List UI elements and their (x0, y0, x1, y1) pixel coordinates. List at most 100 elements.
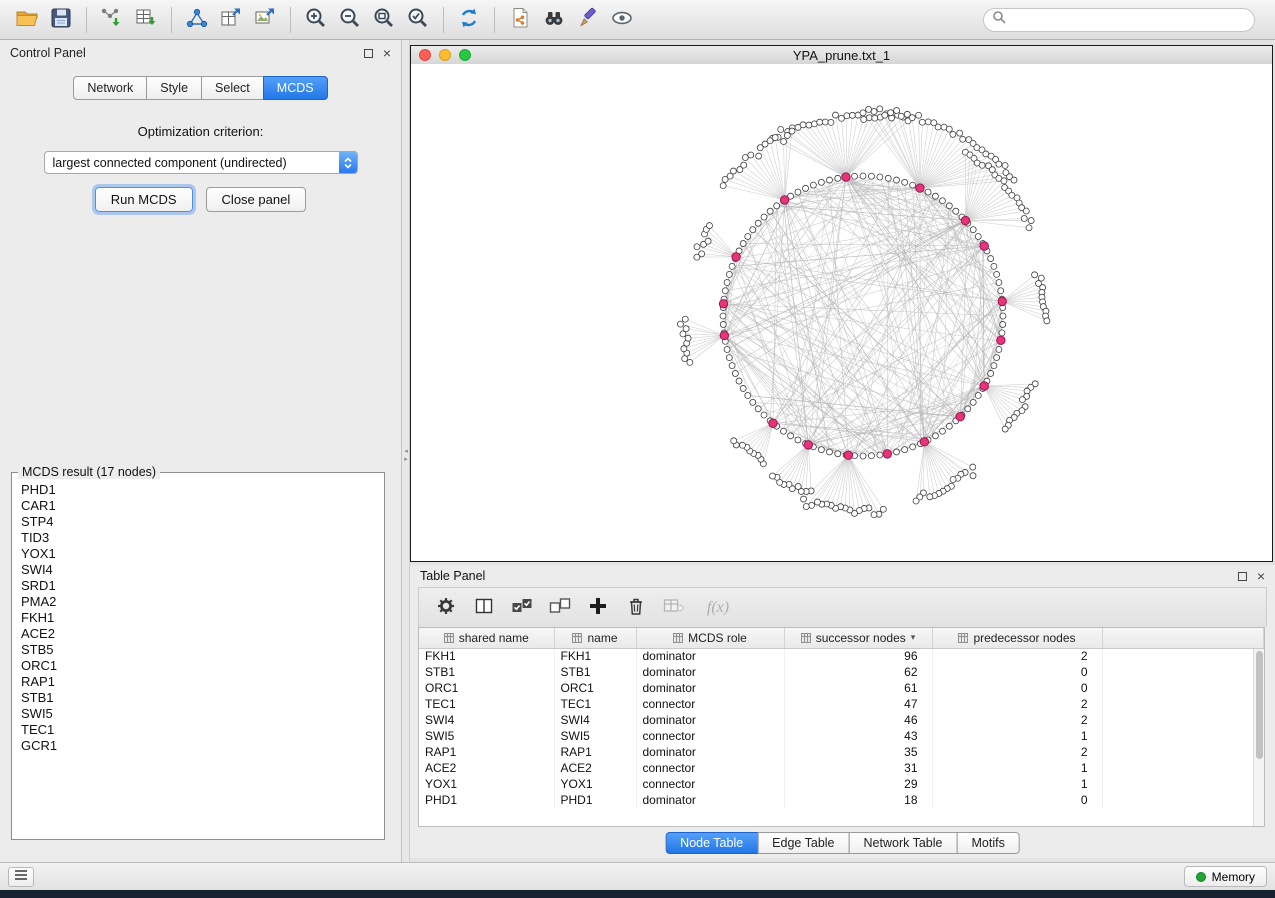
tab-select[interactable]: Select (201, 76, 264, 100)
cell-predecessor-nodes[interactable]: 1 (932, 776, 1102, 792)
mcds-result-item[interactable]: GCR1 (21, 738, 375, 754)
network-canvas[interactable] (411, 64, 1272, 561)
tab-motifs[interactable]: Motifs (956, 832, 1019, 854)
table-row[interactable]: SWI4 SWI4 dominator 46 2 (419, 712, 1264, 728)
mcds-result-item[interactable]: ORC1 (21, 658, 375, 674)
cell-successor-nodes[interactable]: 35 (784, 744, 932, 760)
function-builder-button[interactable]: f(x) (696, 592, 740, 624)
mcds-result-item[interactable]: STB1 (21, 690, 375, 706)
table-row[interactable]: YOX1 YOX1 connector 29 1 (419, 776, 1264, 792)
cell-shared-name[interactable]: ORC1 (419, 680, 554, 696)
column-header-successor-nodes[interactable]: successor nodes▾ (784, 628, 932, 648)
deselect-all-button[interactable] (544, 592, 576, 624)
cell-predecessor-nodes[interactable]: 2 (932, 696, 1102, 712)
cell-name[interactable]: YOX1 (554, 776, 636, 792)
table-row[interactable]: TEC1 TEC1 connector 47 2 (419, 696, 1264, 712)
open-button[interactable] (11, 4, 43, 36)
cell-mcds-role[interactable]: dominator (636, 648, 784, 664)
cell-name[interactable]: SWI5 (554, 728, 636, 744)
optimization-criterion-select[interactable]: largest connected component (undirected) (44, 151, 358, 174)
cell-name[interactable]: FKH1 (554, 648, 636, 664)
column-header-name[interactable]: name (554, 628, 636, 648)
cell-shared-name[interactable]: RAP1 (419, 744, 554, 760)
cell-mcds-role[interactable]: dominator (636, 664, 784, 680)
mcds-result-item[interactable]: SWI4 (21, 562, 375, 578)
apply-style-button[interactable] (572, 4, 604, 36)
cell-successor-nodes[interactable]: 96 (784, 648, 932, 664)
table-row[interactable]: STB1 STB1 dominator 62 0 (419, 664, 1264, 680)
cell-successor-nodes[interactable]: 62 (784, 664, 932, 680)
scrollbar-thumb[interactable] (1256, 651, 1263, 759)
add-row-button[interactable] (582, 592, 614, 624)
cell-predecessor-nodes[interactable]: 1 (932, 760, 1102, 776)
table-settings-button[interactable] (430, 592, 462, 624)
cell-successor-nodes[interactable]: 43 (784, 728, 932, 744)
splitter-arrows-icon[interactable]: ◂▸ (402, 448, 410, 464)
float-table-panel-icon[interactable] (1238, 572, 1247, 581)
table-row[interactable]: RAP1 RAP1 dominator 35 2 (419, 744, 1264, 760)
cell-mcds-role[interactable]: dominator (636, 712, 784, 728)
new-network-button[interactable] (181, 4, 213, 36)
cell-name[interactable]: ACE2 (554, 760, 636, 776)
tab-edge-table[interactable]: Edge Table (757, 832, 849, 854)
cell-mcds-role[interactable]: connector (636, 760, 784, 776)
cell-shared-name[interactable]: STB1 (419, 664, 554, 680)
mcds-result-item[interactable]: ACE2 (21, 626, 375, 642)
mcds-result-item[interactable]: PHD1 (21, 482, 375, 498)
cell-successor-nodes[interactable]: 29 (784, 776, 932, 792)
tab-network[interactable]: Network (73, 76, 147, 100)
cell-name[interactable]: STB1 (554, 664, 636, 680)
mcds-result-item[interactable]: STP4 (21, 514, 375, 530)
save-button[interactable] (45, 4, 77, 36)
column-header-predecessor-nodes[interactable]: predecessor nodes (932, 628, 1102, 648)
column-header-shared-name[interactable]: shared name (419, 628, 554, 648)
cell-mcds-role[interactable]: connector (636, 728, 784, 744)
mcds-result-item[interactable]: SRD1 (21, 578, 375, 594)
zoom-fit-button[interactable] (368, 4, 400, 36)
tab-network-table[interactable]: Network Table (849, 832, 958, 854)
cell-predecessor-nodes[interactable]: 0 (932, 680, 1102, 696)
cell-shared-name[interactable]: FKH1 (419, 648, 554, 664)
export-image-button[interactable] (249, 4, 281, 36)
cell-successor-nodes[interactable]: 46 (784, 712, 932, 728)
cell-shared-name[interactable]: ACE2 (419, 760, 554, 776)
cell-name[interactable]: TEC1 (554, 696, 636, 712)
cell-predecessor-nodes[interactable]: 0 (932, 664, 1102, 680)
cell-mcds-role[interactable]: dominator (636, 792, 784, 808)
table-row[interactable]: ORC1 ORC1 dominator 61 0 (419, 680, 1264, 696)
mcds-result-item[interactable]: SWI5 (21, 706, 375, 722)
cell-shared-name[interactable]: YOX1 (419, 776, 554, 792)
mcds-result-item[interactable]: TID3 (21, 530, 375, 546)
export-network-button[interactable] (504, 4, 536, 36)
table-row[interactable]: FKH1 FKH1 dominator 96 2 (419, 648, 1264, 664)
close-table-panel-icon[interactable]: × (1257, 569, 1265, 583)
close-panel-icon[interactable]: × (383, 46, 391, 60)
table-scrollbar[interactable] (1253, 649, 1264, 826)
cell-shared-name[interactable]: PHD1 (419, 792, 554, 808)
float-panel-icon[interactable] (364, 49, 373, 58)
zoom-in-button[interactable] (300, 4, 332, 36)
cell-predecessor-nodes[interactable]: 2 (932, 744, 1102, 760)
close-panel-button[interactable]: Close panel (206, 187, 307, 212)
table-row[interactable]: ACE2 ACE2 connector 31 1 (419, 760, 1264, 776)
mcds-result-item[interactable]: STB5 (21, 642, 375, 658)
cell-mcds-role[interactable]: connector (636, 776, 784, 792)
cell-name[interactable]: SWI4 (554, 712, 636, 728)
search-input[interactable] (1011, 13, 1246, 27)
cell-name[interactable]: PHD1 (554, 792, 636, 808)
cell-shared-name[interactable]: SWI4 (419, 712, 554, 728)
export-table-button[interactable] (215, 4, 247, 36)
mcds-result-item[interactable]: YOX1 (21, 546, 375, 562)
zoom-out-button[interactable] (334, 4, 366, 36)
show-hide-graphics-button[interactable] (606, 4, 638, 36)
cell-successor-nodes[interactable]: 47 (784, 696, 932, 712)
cell-predecessor-nodes[interactable]: 1 (932, 728, 1102, 744)
network-window-titlebar[interactable]: YPA_prune.txt_1 (411, 46, 1272, 64)
cell-shared-name[interactable]: TEC1 (419, 696, 554, 712)
run-mcds-button[interactable]: Run MCDS (95, 187, 193, 212)
tab-mcds[interactable]: MCDS (263, 76, 328, 100)
cell-mcds-role[interactable]: dominator (636, 744, 784, 760)
tab-node-table[interactable]: Node Table (665, 832, 758, 854)
cell-name[interactable]: RAP1 (554, 744, 636, 760)
mcds-result-item[interactable]: TEC1 (21, 722, 375, 738)
